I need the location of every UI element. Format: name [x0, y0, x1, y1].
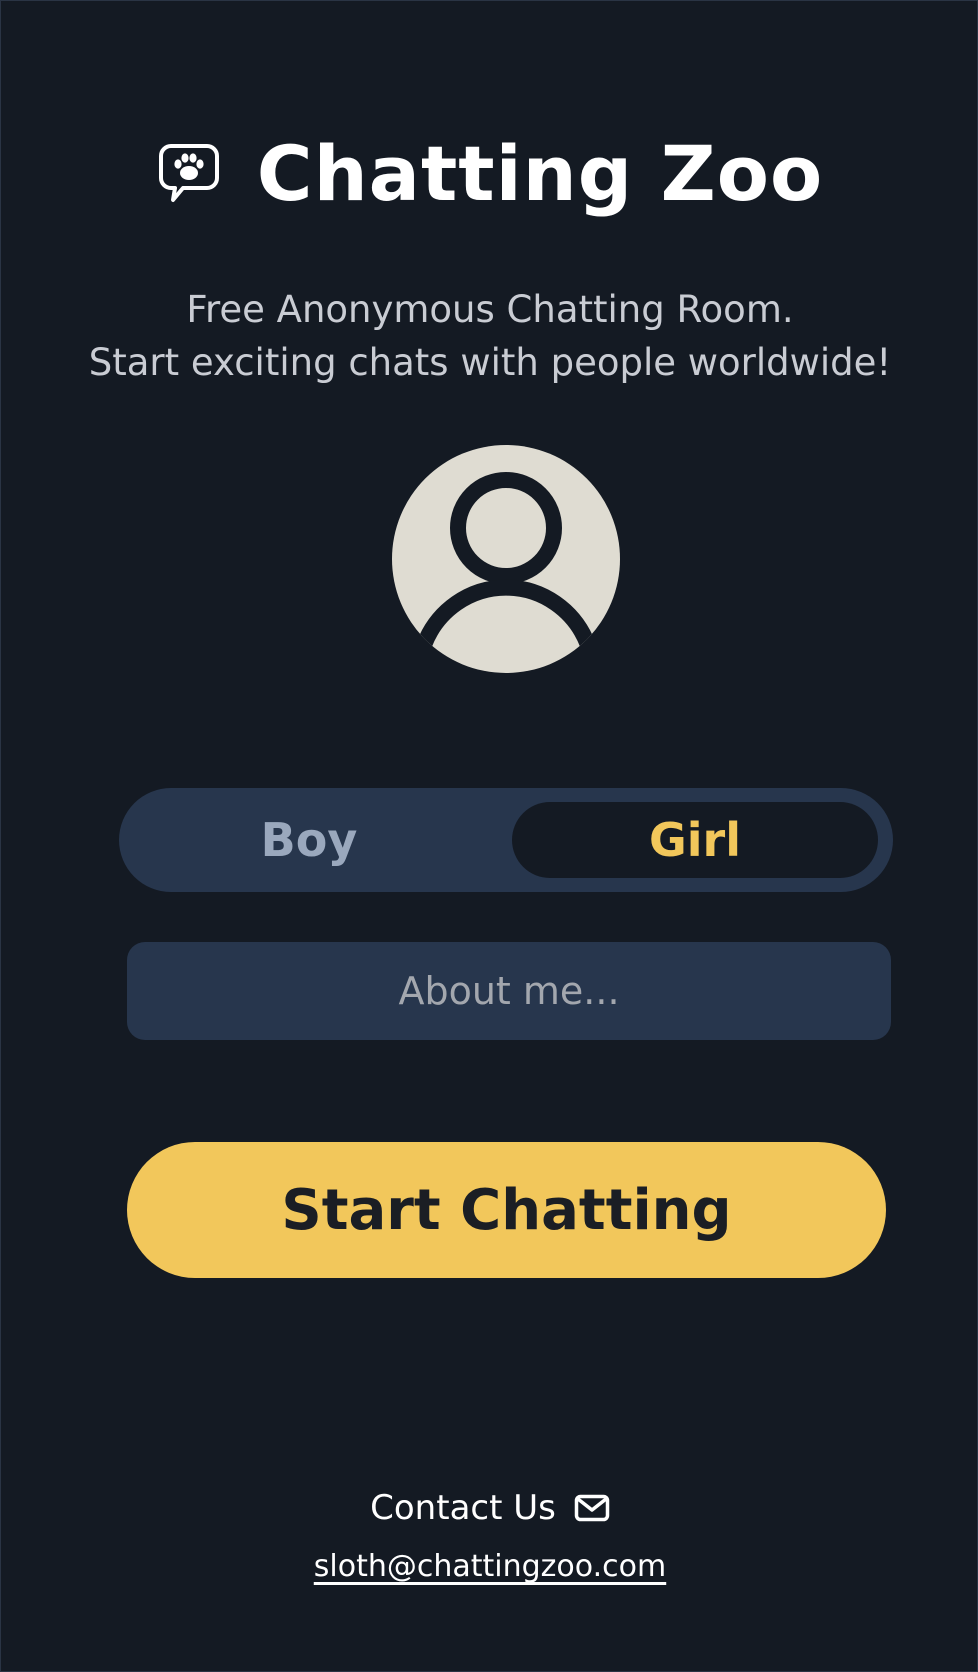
avatar[interactable]: [392, 445, 620, 673]
about-me-input[interactable]: [127, 942, 891, 1040]
tagline-line-1: Free Anonymous Chatting Room.: [186, 288, 794, 331]
contact-us-label: Contact Us: [370, 1488, 556, 1528]
gender-toggle: Boy Girl: [119, 788, 893, 892]
gender-option-boy[interactable]: Boy: [133, 802, 485, 878]
contact-email: sloth@chattingzoo.com: [1, 1546, 978, 1588]
tagline: Free Anonymous Chatting Room. Start exci…: [1, 283, 978, 389]
chat-landing-page: Chatting Zoo Free Anonymous Chatting Roo…: [0, 0, 978, 1672]
user-avatar-icon: [416, 472, 596, 648]
contact-us[interactable]: Contact Us: [1, 1486, 978, 1530]
paw-chat-bubble-icon: [158, 144, 219, 202]
tagline-line-2: Start exciting chats with people worldwi…: [88, 341, 892, 384]
brand-header: Chatting Zoo: [1, 136, 978, 212]
app-title: Chatting Zoo: [256, 129, 824, 218]
envelope-icon: [574, 1494, 610, 1522]
gender-option-girl[interactable]: Girl: [512, 802, 878, 878]
contact-email-link[interactable]: sloth@chattingzoo.com: [314, 1549, 666, 1584]
start-chatting-button[interactable]: Start Chatting: [127, 1142, 886, 1278]
